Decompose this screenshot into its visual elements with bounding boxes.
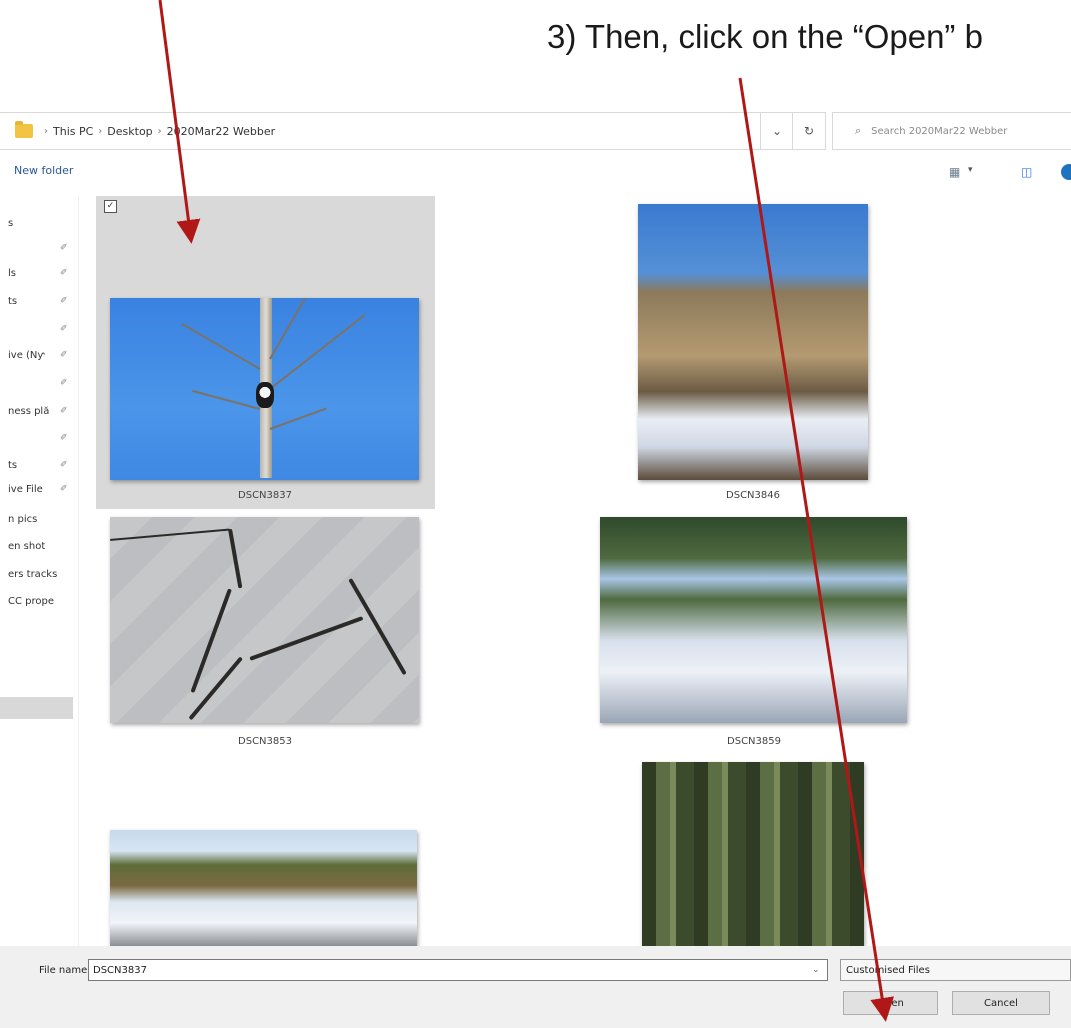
folder-icon (15, 121, 33, 138)
chevron-down-icon: ⌄ (771, 124, 783, 138)
crack (348, 578, 407, 676)
nav-item[interactable]: ness plă (8, 406, 49, 417)
chevron-right-icon: › (44, 125, 48, 137)
crack (228, 528, 243, 589)
search-placeholder: Search 2020Mar22 Webber (871, 125, 1008, 137)
thumbnail-river[interactable] (600, 517, 907, 723)
checkbox-icon[interactable]: ✓ (104, 200, 117, 213)
branch (269, 314, 366, 390)
pin-icon: ✐ (60, 296, 68, 306)
thumbnail-woodpecker[interactable] (110, 298, 419, 480)
file-type-select[interactable]: Customised Files (840, 959, 1071, 981)
pin-icon: ✐ (60, 243, 68, 253)
thumbnail-marsh[interactable] (638, 204, 868, 480)
new-folder-button[interactable]: New folder (14, 164, 73, 177)
branch (269, 407, 327, 430)
chevron-right-icon: › (98, 125, 103, 137)
pin-icon: ✐ (60, 406, 68, 416)
pin-icon: ✐ (60, 324, 68, 334)
refresh-button[interactable]: ↻ (792, 112, 826, 150)
branch (269, 298, 316, 360)
breadcrumb-this-pc[interactable]: This PC (53, 125, 93, 138)
nav-item[interactable]: n pics (8, 514, 37, 525)
pin-icon: ✐ (60, 433, 68, 443)
nav-selected-item[interactable] (0, 697, 73, 719)
pane-divider[interactable] (78, 196, 79, 946)
nav-item[interactable]: ers tracks (8, 569, 57, 580)
cancel-button[interactable]: Cancel (952, 991, 1050, 1015)
refresh-icon: ↻ (803, 124, 815, 138)
chevron-right-icon: › (157, 125, 162, 137)
branch (181, 323, 261, 370)
woodpecker (256, 382, 274, 408)
pin-icon: ✐ (60, 378, 68, 388)
branch (192, 389, 261, 410)
crack (249, 616, 364, 661)
pin-icon: ✐ (60, 460, 68, 470)
preview-pane-icon[interactable]: ◫ (1021, 165, 1032, 179)
file-name-label: DSCN3837 (238, 490, 292, 501)
view-options-icon[interactable]: ▦ (949, 165, 960, 179)
nav-item[interactable]: ls (8, 268, 16, 279)
pin-icon: ✐ (60, 484, 68, 494)
nav-item[interactable]: ive (Nƴ (8, 350, 45, 361)
thumbnail-river-bank[interactable] (110, 830, 417, 946)
nav-item[interactable]: CC prope (8, 596, 54, 607)
search-input[interactable]: ⌕ Search 2020Mar22 Webber (832, 112, 1071, 150)
command-bar: New folder ▦ ▾ ◫ (0, 160, 1071, 186)
pin-icon: ✐ (60, 268, 68, 278)
nav-item[interactable]: s (8, 218, 13, 229)
thumbnail-ice[interactable] (110, 517, 419, 723)
file-name-label: DSCN3853 (238, 736, 292, 747)
history-dropdown-button[interactable]: ⌄ (760, 112, 794, 150)
navigation-pane: s ✐ ls ✐ ts ✐ ✐ ive (Nƴ ✐ ✐ ness plă ✐ ✐… (0, 196, 78, 946)
pin-icon: ✐ (60, 350, 68, 360)
breadcrumb-desktop[interactable]: Desktop (107, 125, 152, 138)
nav-item[interactable]: en shot (8, 541, 45, 552)
help-icon[interactable] (1061, 164, 1071, 180)
crack (110, 528, 230, 541)
chevron-down-icon[interactable]: ▾ (968, 165, 973, 175)
file-name-input[interactable]: DSCN3837 (88, 959, 828, 981)
nav-item[interactable]: ive File (8, 484, 43, 495)
thumbnail-forest[interactable] (642, 762, 864, 946)
search-icon: ⌕ (855, 124, 862, 137)
instruction-text: 3) Then, click on the “Open” b (547, 18, 983, 55)
chevron-down-icon[interactable]: ⌄ (812, 965, 820, 975)
nav-item[interactable]: ts (8, 296, 17, 307)
nav-item[interactable]: ts (8, 460, 17, 471)
breadcrumb-current-folder[interactable]: 2020Mar22 Webber (167, 125, 276, 138)
address-bar[interactable]: › This PC › Desktop › 2020Mar22 Webber (0, 112, 761, 150)
file-name-label: DSCN3859 (727, 736, 781, 747)
file-name-field-label: File name: (39, 965, 91, 976)
file-name-label: DSCN3846 (726, 490, 780, 501)
open-button[interactable]: Open (843, 991, 938, 1015)
crack (188, 656, 243, 721)
